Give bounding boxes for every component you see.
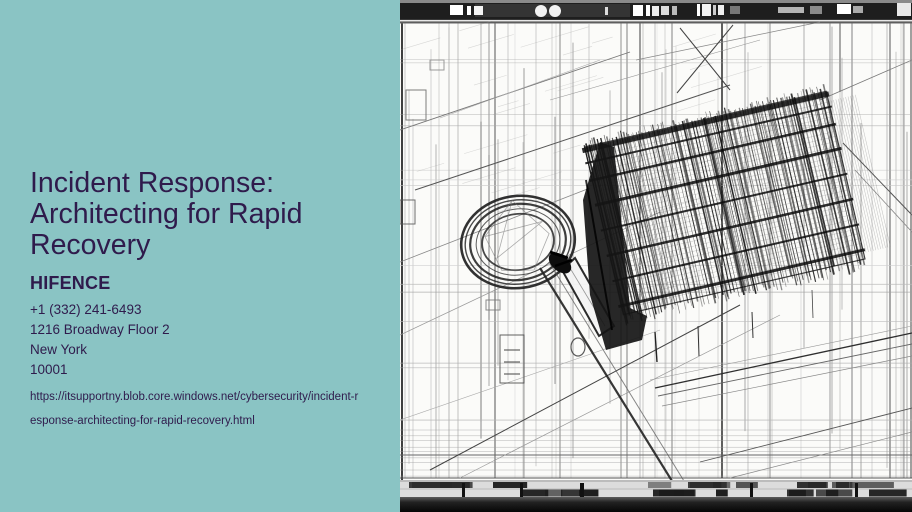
address-city: New York [30, 342, 88, 357]
source-url-line2: esponse-architecting-for-rapid-recovery.… [30, 415, 255, 427]
content-card: Incident Response: Architecting for Rapi… [0, 0, 912, 512]
address-street: 1216 Broadway Floor 2 [30, 322, 170, 337]
contact-block: +1 (332) 241-6493 1216 Broadway Floor 2 … [30, 300, 374, 380]
address-zip: 10001 [30, 362, 68, 377]
info-panel: Incident Response: Architecting for Rapi… [0, 0, 400, 512]
wireframe-sketch-image [400, 0, 912, 512]
source-url-line1: https://itsupportny.blob.core.windows.ne… [30, 391, 359, 403]
illustration-panel [400, 0, 912, 512]
company-name: HIFENCE [30, 273, 111, 293]
phone-number: +1 (332) 241-6493 [30, 302, 142, 317]
page-title: Incident Response: Architecting for Rapi… [30, 167, 303, 261]
